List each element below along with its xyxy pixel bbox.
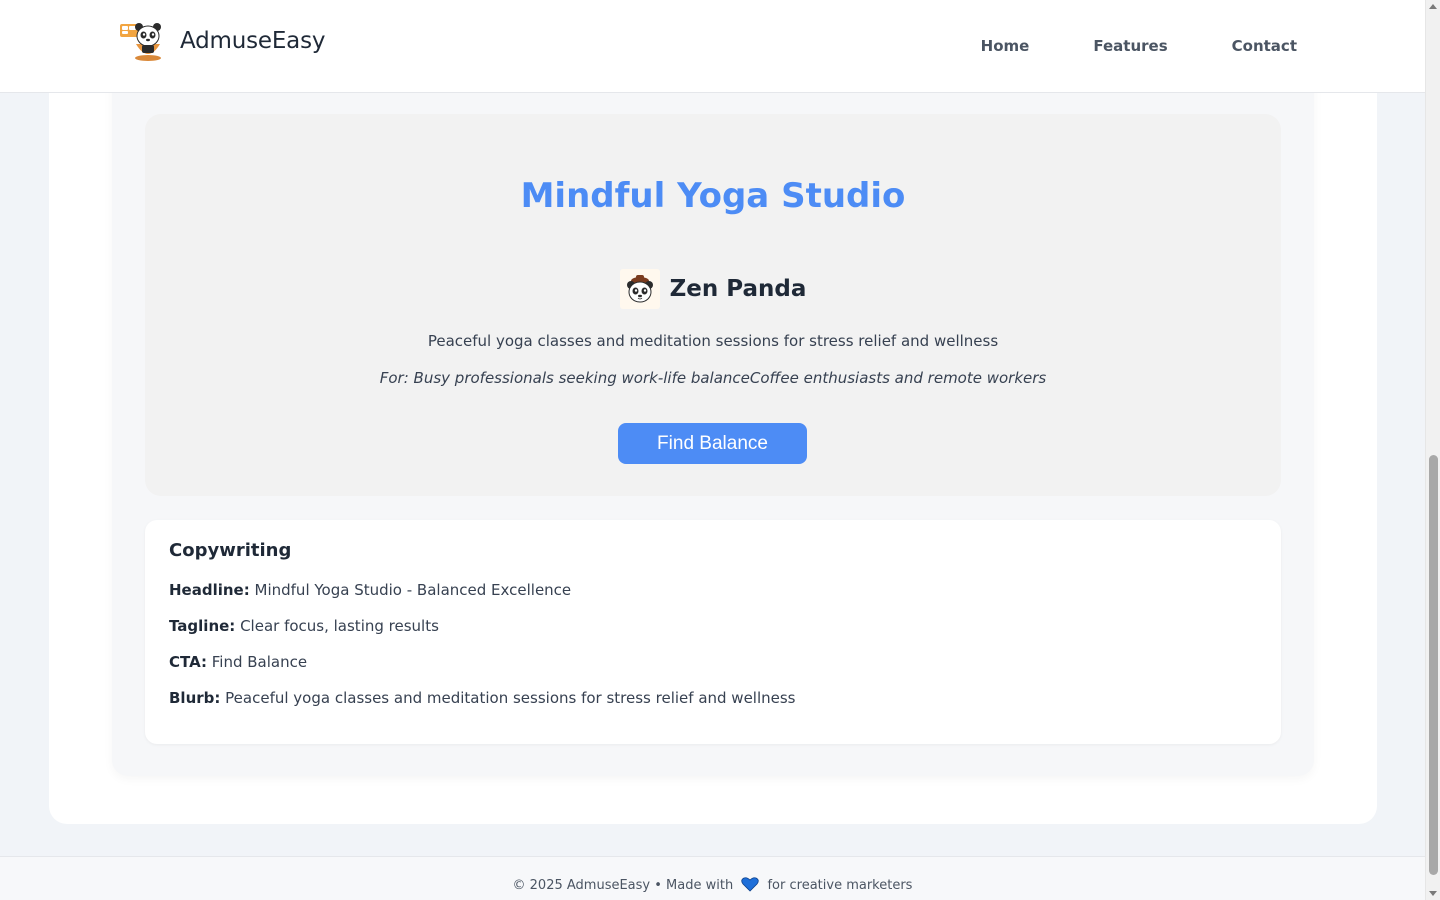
ad-title: Mindful Yoga Studio — [520, 176, 906, 216]
copy-label: CTA: — [169, 653, 207, 671]
copy-value: Find Balance — [211, 653, 308, 671]
copy-cta: CTA: Find Balance — [169, 653, 1257, 671]
nav-home[interactable]: Home — [981, 37, 1030, 55]
panda-icon — [619, 269, 660, 309]
copywriting-card: Copywriting Headline: Mindful Yoga Studi… — [145, 520, 1281, 744]
footer-text-end: for creative marketers — [767, 878, 913, 893]
main-nav: Home Features Contact — [981, 37, 1297, 55]
copy-label: Blurb: — [169, 689, 221, 707]
copywriting-heading: Copywriting — [169, 540, 292, 561]
brand-name: AdmuseEasy — [180, 28, 326, 54]
nav-contact[interactable]: Contact — [1232, 37, 1297, 55]
mascot-name: Zen Panda — [669, 276, 807, 302]
site-footer: © 2025 AdmuseEasy • Made with for creati… — [0, 856, 1425, 900]
copy-value: Clear focus, lasting results — [240, 617, 439, 635]
copy-tagline: Tagline: Clear focus, lasting results — [169, 617, 1257, 635]
scroll-thumb[interactable] — [1429, 455, 1438, 875]
ad-preview-card: Mindful Yoga Studio Zen Panda Peaceful y… — [145, 114, 1281, 496]
heart-icon — [741, 877, 760, 896]
ad-audience: For: Busy professionals seeking work-lif… — [379, 369, 1047, 387]
copy-value: Peaceful yoga classes and meditation ses… — [225, 689, 796, 707]
site-header: AdmuseEasy Home Features Contact — [0, 0, 1425, 93]
brand-link[interactable]: AdmuseEasy — [118, 20, 325, 62]
page-scrollbar[interactable] — [1425, 0, 1440, 900]
copy-headline: Headline: Mindful Yoga Studio - Balanced… — [169, 581, 1257, 599]
footer-text: © 2025 AdmuseEasy • Made with — [512, 878, 734, 893]
copy-blurb: Blurb: Peaceful yoga classes and meditat… — [169, 689, 1257, 707]
ad-description: Peaceful yoga classes and meditation ses… — [427, 332, 999, 350]
copy-value: Mindful Yoga Studio - Balanced Excellenc… — [254, 581, 572, 599]
panda-mascot-icon — [118, 20, 166, 62]
scroll-down-arrow-icon[interactable] — [1429, 891, 1437, 896]
copy-label: Headline: — [169, 581, 250, 599]
scroll-up-arrow-icon[interactable] — [1429, 4, 1437, 9]
nav-features[interactable]: Features — [1093, 37, 1167, 55]
find-balance-button[interactable]: Find Balance — [618, 423, 807, 464]
mascot-row: Zen Panda — [145, 269, 1281, 309]
copy-label: Tagline: — [169, 617, 236, 635]
